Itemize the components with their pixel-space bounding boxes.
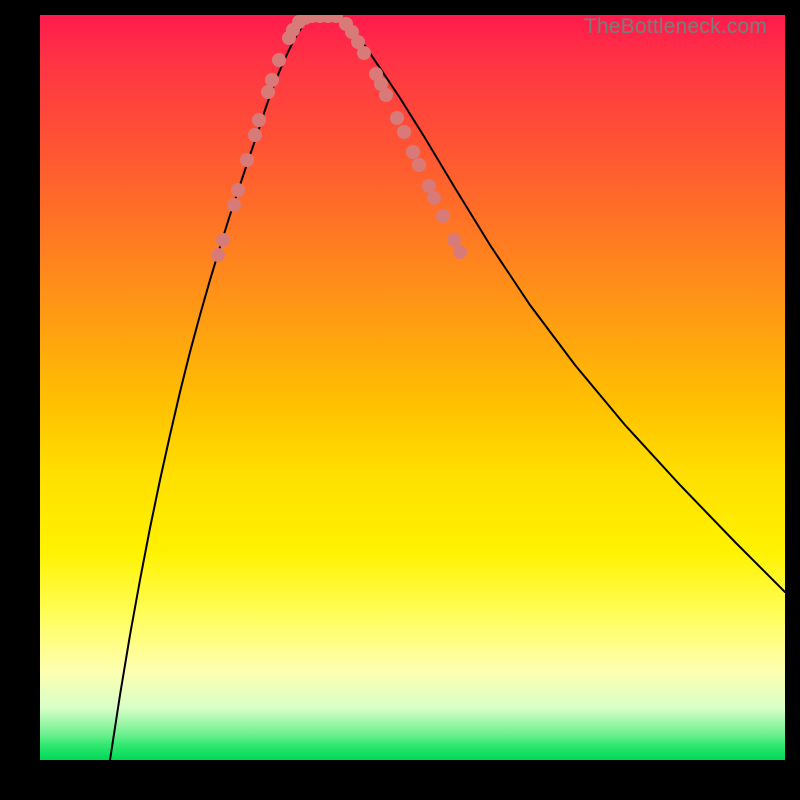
data-dot bbox=[265, 73, 279, 87]
data-dot bbox=[397, 125, 411, 139]
curve-svg bbox=[40, 15, 785, 760]
data-dot bbox=[211, 248, 225, 262]
data-dot bbox=[231, 183, 245, 197]
dots-left-group bbox=[211, 53, 286, 262]
chart-frame: TheBottleneck.com bbox=[0, 0, 800, 800]
dots-right-group bbox=[339, 17, 467, 259]
dots-bottom-group bbox=[282, 15, 343, 45]
data-dot bbox=[248, 128, 262, 142]
data-dot bbox=[216, 233, 230, 247]
data-dot bbox=[390, 111, 404, 125]
data-dot bbox=[453, 245, 467, 259]
data-dot bbox=[436, 209, 450, 223]
data-dot bbox=[272, 53, 286, 67]
bottleneck-curve bbox=[110, 16, 785, 760]
data-dot bbox=[261, 85, 275, 99]
data-dot bbox=[240, 153, 254, 167]
data-dot bbox=[422, 179, 436, 193]
data-dot bbox=[412, 158, 426, 172]
data-dot bbox=[357, 46, 371, 60]
plot-area: TheBottleneck.com bbox=[40, 15, 785, 760]
data-dot bbox=[447, 233, 461, 247]
data-dot bbox=[427, 191, 441, 205]
data-dot bbox=[379, 88, 393, 102]
watermark-text: TheBottleneck.com bbox=[584, 15, 767, 39]
data-dot bbox=[227, 198, 241, 212]
data-dot bbox=[252, 113, 266, 127]
data-dot bbox=[406, 145, 420, 159]
